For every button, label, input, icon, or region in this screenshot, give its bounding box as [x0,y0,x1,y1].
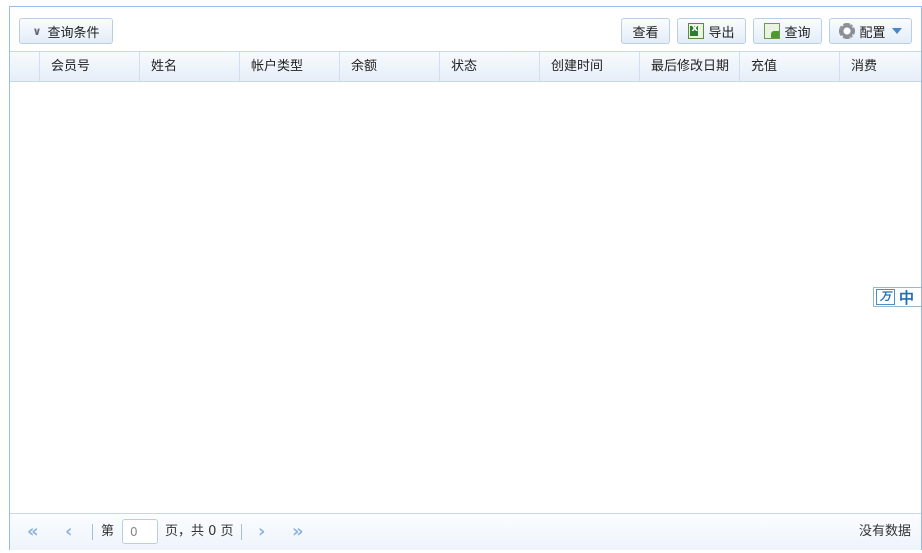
view-button-label: 查看 [632,25,659,41]
page-number-input[interactable] [122,519,158,544]
page-prefix-label: 第 [101,524,115,539]
column-header-account-type[interactable]: 帐户类型 [240,52,340,81]
column-header-name[interactable]: 姓名 [140,52,240,81]
column-header-last-modified-date[interactable]: 最后修改日期 [640,52,740,81]
gear-icon [839,23,856,39]
query-button-label: 查询 [784,25,811,41]
grid-body [10,82,921,513]
first-page-icon[interactable]: « [27,514,39,550]
config-button-label: 配置 [859,25,886,41]
column-header-recharge[interactable]: 充值 [740,52,840,81]
last-page-icon[interactable]: » [292,514,304,550]
previous-page-icon[interactable]: ‹ [65,514,72,550]
pager-separator [92,524,93,540]
column-header-balance[interactable]: 余额 [340,52,440,81]
column-header-status[interactable]: 状态 [440,52,540,81]
ime-logo-icon: 万 [876,289,895,305]
column-header-member-no[interactable]: 会员号 [40,52,140,81]
column-header-consumption[interactable]: 消费 [840,52,921,81]
export-button[interactable]: 导出 [677,18,746,44]
view-button[interactable]: 查看 [621,18,670,44]
grid-header-row-number [10,52,40,81]
double-chevron-down-icon: ∨ [32,24,42,38]
column-header-created-time[interactable]: 创建时间 [540,52,640,81]
member-grid-panel: ∨ 查询条件 查看 导出 查询 配置 会员号 姓名 帐户类型 余额 状态 创建时… [9,6,922,550]
pager-status-text: 没有数据 [858,524,911,539]
filter-toggle-label: 查询条件 [47,25,100,41]
ime-status-bar[interactable]: 万 中 [873,287,922,307]
query-button[interactable]: 查询 [753,18,822,44]
ime-mode-indicator[interactable]: 中 [899,287,914,308]
export-button-label: 导出 [708,25,735,41]
toolbar: ∨ 查询条件 查看 导出 查询 配置 [10,7,921,51]
config-dropdown-button[interactable]: 配置 [829,18,912,44]
query-icon [764,23,781,39]
pager-separator [241,524,242,540]
excel-icon [688,23,705,39]
filter-toggle-button[interactable]: ∨ 查询条件 [19,18,113,44]
caret-down-icon [891,28,902,34]
pagination-bar: « ‹ 第 页，共 0 页 › » 没有数据 [10,513,921,550]
next-page-icon[interactable]: › [258,514,265,550]
grid-header: 会员号 姓名 帐户类型 余额 状态 创建时间 最后修改日期 充值 消费 [10,51,921,82]
page-total-label: 页，共 0 页 [165,524,234,539]
